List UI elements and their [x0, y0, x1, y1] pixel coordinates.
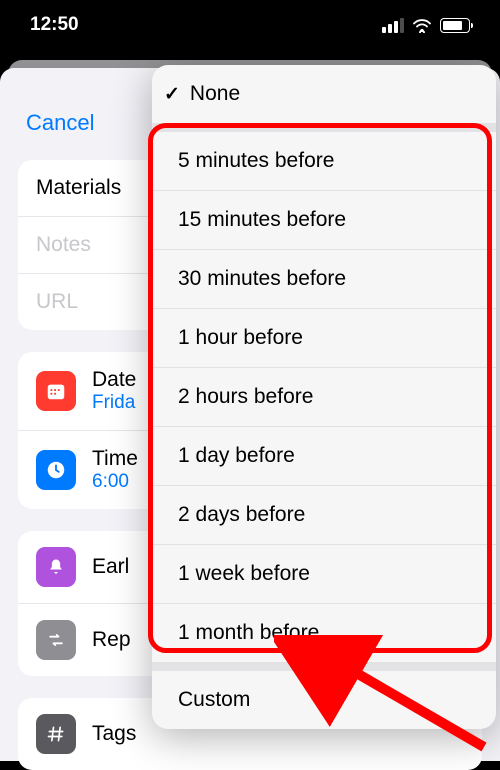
cellular-icon [382, 18, 404, 33]
popover-option-custom[interactable]: Custom [152, 671, 496, 729]
popover-separator [152, 124, 496, 132]
status-indicators [382, 18, 470, 33]
early-reminder-label: Earl [92, 555, 129, 579]
url-label: URL [36, 290, 78, 314]
popover-separator [152, 663, 496, 671]
popover-option-5min[interactable]: 5 minutes before [152, 132, 496, 191]
repeat-icon [36, 620, 76, 660]
status-time: 12:50 [30, 14, 79, 36]
popover-option-1month[interactable]: 1 month before [152, 604, 496, 663]
date-label: Date [92, 368, 136, 392]
popover-option-2days[interactable]: 2 days before [152, 486, 496, 545]
time-value: 6:00 [92, 471, 138, 493]
date-value: Frida [92, 392, 136, 414]
battery-icon [440, 18, 470, 33]
bell-icon [36, 547, 76, 587]
materials-label: Materials [36, 176, 121, 200]
repeat-label: Rep [92, 628, 131, 652]
popover-none-label: None [190, 82, 240, 106]
popover-option-1day[interactable]: 1 day before [152, 427, 496, 486]
popover-option-2hours[interactable]: 2 hours before [152, 368, 496, 427]
reminder-popover: ✓ None 5 minutes before 15 minutes befor… [152, 65, 496, 729]
calendar-icon [36, 371, 76, 411]
popover-option-15min[interactable]: 15 minutes before [152, 191, 496, 250]
hashtag-icon [36, 714, 76, 754]
popover-option-1week[interactable]: 1 week before [152, 545, 496, 604]
checkmark-icon: ✓ [164, 83, 180, 106]
popover-option-none[interactable]: ✓ None [152, 65, 496, 124]
popover-option-1hour[interactable]: 1 hour before [152, 309, 496, 368]
tags-label: Tags [92, 722, 136, 746]
clock-icon [36, 450, 76, 490]
popover-option-30min[interactable]: 30 minutes before [152, 250, 496, 309]
status-bar: 12:50 [0, 0, 500, 50]
notes-label: Notes [36, 233, 91, 257]
cancel-button[interactable]: Cancel [26, 110, 94, 135]
wifi-icon [412, 18, 432, 33]
time-label: Time [92, 447, 138, 471]
